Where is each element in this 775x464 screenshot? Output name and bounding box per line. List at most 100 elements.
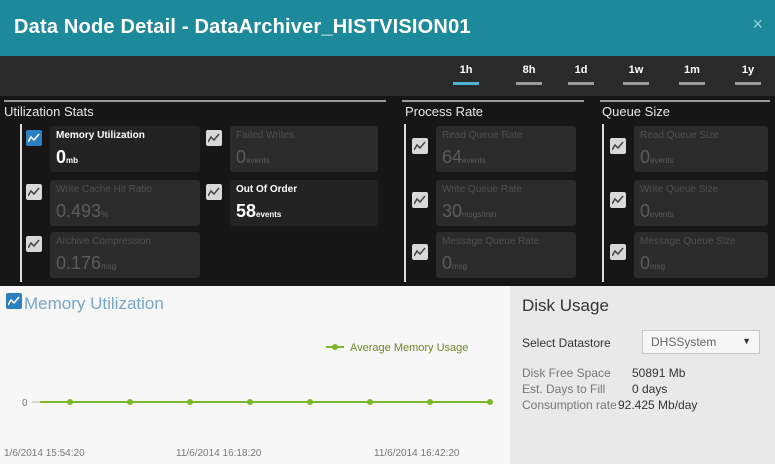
time-range-bar: 1h 8h 1d 1w 1m 1y [0,56,775,96]
range-1y-button[interactable]: 1y [733,64,763,85]
tile-label: Read Queue Rate [442,130,523,141]
column-bar [20,124,22,282]
tile-value: 0events [640,201,762,222]
data-point [427,399,433,405]
value-unit: events [650,156,674,165]
value-number: 58 [236,201,257,221]
range-1h-button[interactable]: 1h [451,64,481,85]
tile-label: Memory Utilization [56,130,145,141]
tile-box: Failed Writes 0events [230,126,378,172]
range-label: 1y [741,64,755,76]
tile-box: Write Queue Rate 30msgs/min [436,180,576,226]
data-point [247,399,253,405]
tile-label: Out Of Order [236,184,298,195]
y-tick-label: 0 [22,398,28,409]
section-divider [4,100,386,102]
range-label: 8h [522,64,536,76]
value-unit: % [101,210,109,219]
value-number: 0 [640,201,651,221]
chart-icon [610,244,626,260]
tile-value: 30msgs/min [442,201,570,222]
value-unit: events [462,156,486,165]
utilization-stats-heading: Utilization Stats [4,104,94,119]
range-underline [568,82,594,85]
tile-label: Message Queue Size [640,236,736,247]
legend-label: Average Memory Usage [350,342,468,354]
datastore-select[interactable]: DHSSystem ▼ [642,330,760,354]
data-point [367,399,373,405]
chart-icon [412,244,428,260]
tile-box: Archive Compression 0.176msg [50,232,200,278]
tile-value: 0.176msg [56,253,194,274]
tile-box: Message Queue Rate 0msg [436,232,576,278]
window-title: Data Node Detail - DataArchiver_HISTVISI… [14,16,471,38]
chart-icon [412,138,428,154]
tile-box: Read Queue Size 0events [634,126,768,172]
chart-icon [412,192,428,208]
tile-label: Write Cache Hit Ratio [56,184,152,195]
value-unit: msg [452,262,468,271]
range-1d-button[interactable]: 1d [566,64,596,85]
data-point [187,399,193,405]
disk-usage-panel: Disk Usage Select Datastore DHSSystem ▼ … [510,286,775,464]
column-bar [404,124,406,282]
tile-box: Write Queue Size 0events [634,180,768,226]
disk-free-space-value: 50891 Mb [632,366,686,380]
tile-label: Write Queue Rate [442,184,522,195]
tile-value: 64events [442,147,570,168]
section-divider [402,100,584,102]
range-label: 1m [684,64,700,76]
datastore-select-value: DHSSystem [651,335,717,349]
range-8h-button[interactable]: 8h [514,64,544,85]
range-1w-button[interactable]: 1w [621,64,651,85]
range-label: 1w [628,64,644,76]
memory-utilization-chart-panel: Memory Utilization 0 Average Memory Usage… [0,286,510,464]
tile-value: 0events [640,147,762,168]
chart-icon [26,184,42,200]
disk-free-space-row: Disk Free Space 50891 Mb [522,366,685,380]
x-tick-label: 11/6/2014 16:42:20 [374,448,460,459]
tile-box: Out Of Order 58events [230,180,378,226]
tile-value: 0events [236,147,372,168]
range-underline [679,82,705,85]
range-label: 1h [459,64,473,76]
stats-area: Utilization Stats Process Rate Queue Siz… [0,96,775,286]
queue-size-heading: Queue Size [602,104,670,119]
value-unit: msg [101,262,117,271]
memory-line-chart: 0 Average Memory Usage 1/6/2014 15:54:20 11… [4,342,493,459]
chart-icon [26,130,42,146]
chart-icon [26,236,42,252]
tile-label: Failed Writes [236,130,295,141]
legend-marker [332,344,338,350]
consumption-rate-value: 92.425 Mb/day [618,398,698,412]
value-number: 0 [236,147,247,167]
column-bar [602,124,604,282]
tile-box: Write Cache Hit Ratio 0.493% [50,180,200,226]
window-header: Data Node Detail - DataArchiver_HISTVISI… [0,0,775,56]
tile-box: Memory Utilization 0mb [50,126,200,172]
data-point [67,399,73,405]
value-number: 0 [640,253,651,273]
value-number: 64 [442,147,463,167]
value-unit: events [246,156,270,165]
select-datastore-label: Select Datastore [522,336,611,350]
tile-value: 0mb [56,147,194,168]
process-rate-heading: Process Rate [405,104,484,119]
range-1m-button[interactable]: 1m [677,64,707,85]
value-number: 0 [56,147,67,167]
chart-icon [206,130,222,146]
range-underline [623,82,649,85]
data-point [307,399,313,405]
x-tick-label: 1/6/2014 15:54:20 [4,448,85,459]
est-days-to-fill-value: 0 days [632,382,668,396]
value-unit: mb [66,156,79,165]
x-tick-label: 11/6/2014 16:18:20 [176,448,262,459]
tile-label: Message Queue Rate [442,236,540,247]
tile-label: Write Queue Size [640,184,719,195]
data-node-detail-window: Data Node Detail - DataArchiver_HISTVISI… [0,0,775,464]
chart-icon [206,184,222,200]
est-days-to-fill-label: Est. Days to Fill [522,382,606,396]
close-icon[interactable]: × [752,14,763,35]
value-unit: msg [650,262,666,271]
value-unit: events [650,210,674,219]
